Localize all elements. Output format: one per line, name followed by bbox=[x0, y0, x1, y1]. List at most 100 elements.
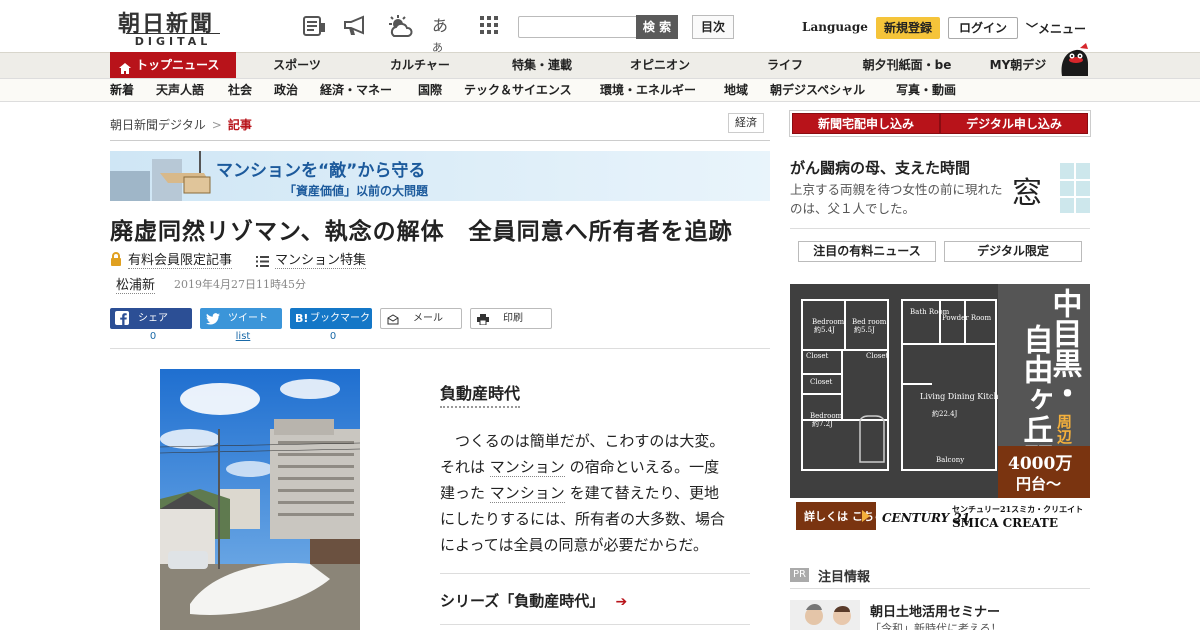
series-link[interactable]: シリーズ「負動産時代」 ➔ bbox=[440, 590, 627, 611]
column-summary[interactable]: 上京する両親を待つ女性の前に現れたのは、父１人でした。 bbox=[790, 180, 1004, 218]
bookmark-label: ブックマーク bbox=[310, 313, 370, 324]
sub-nav-item[interactable]: 経済・マネー bbox=[320, 78, 392, 102]
article-photo[interactable] bbox=[160, 369, 360, 630]
menu-label: メニュー bbox=[1038, 22, 1087, 36]
font-size-icon[interactable]: ああ bbox=[432, 12, 458, 54]
body-line: つくるのは簡単だが、こわすのは大変。 bbox=[440, 432, 725, 450]
language-link[interactable]: Language bbox=[802, 20, 868, 34]
banner-headline: マンションを“敵”から守る bbox=[216, 161, 426, 181]
ad-room-label: Bedroom bbox=[810, 412, 843, 420]
promo-banner[interactable] bbox=[110, 151, 770, 201]
ad-company-jp: センチュリー21スミカ・クリエイト bbox=[952, 504, 1083, 514]
digital-only-button[interactable]: デジタル限定 bbox=[944, 241, 1082, 262]
pr-section-title: 注目情報 bbox=[818, 570, 871, 585]
banner-subheadline: 「資産価値」以前の大問題 bbox=[284, 184, 429, 198]
sub-nav-item[interactable]: 政治 bbox=[274, 78, 298, 102]
column-title[interactable]: がん闘病の母、支えた時間 bbox=[790, 157, 970, 178]
nav-item-culture[interactable]: カルチャー bbox=[378, 52, 462, 78]
megaphone-icon[interactable] bbox=[342, 14, 368, 38]
nav-item-life[interactable]: ライフ bbox=[750, 52, 820, 78]
sub-nav-item[interactable]: 新着 bbox=[110, 78, 134, 102]
home-icon bbox=[119, 59, 131, 74]
sub-nav-item[interactable]: 社会 bbox=[228, 78, 252, 102]
sub-nav-item[interactable]: 環境・エネルギー bbox=[600, 78, 696, 102]
nav-item-sports[interactable]: スポーツ bbox=[262, 52, 332, 78]
breadcrumb: 朝日新聞デジタル > 記事 bbox=[110, 116, 252, 133]
nav-item-paper[interactable]: 朝夕刊紙面・be bbox=[852, 52, 962, 78]
search-input[interactable] bbox=[518, 16, 638, 38]
sub-nav-item[interactable]: 写真・動画 bbox=[896, 78, 956, 102]
author-link[interactable]: 松浦新 bbox=[116, 274, 156, 294]
nav-item-my[interactable]: MY朝デジ bbox=[980, 52, 1056, 78]
printer-icon bbox=[477, 313, 489, 332]
sub-nav-item[interactable]: 朝デジスペシャル bbox=[770, 78, 865, 102]
nav-item-features[interactable]: 特集・連載 bbox=[500, 52, 584, 78]
facebook-count: 0 bbox=[149, 331, 157, 342]
facebook-icon bbox=[115, 311, 129, 333]
ad-room-label: Closet bbox=[806, 352, 829, 360]
breadcrumb-home[interactable]: 朝日新聞デジタル bbox=[110, 118, 206, 132]
real-estate-ad[interactable]: Bedroom 約5.4J Bed room 約5.5J Closet Closet C… bbox=[790, 284, 1090, 534]
series-tag[interactable]: マンション特集 bbox=[275, 249, 367, 269]
facebook-share-button[interactable]: シェア bbox=[110, 308, 192, 329]
subscribe-digital-button[interactable]: デジタル申し込み bbox=[940, 113, 1088, 134]
publish-date: 2019年4月27日11時45分 bbox=[174, 278, 306, 291]
twitter-icon bbox=[206, 312, 220, 333]
hatena-bookmark-button[interactable]: B! ブックマーク bbox=[290, 308, 372, 329]
paid-news-button[interactable]: 注目の有料ニュース bbox=[798, 241, 936, 262]
category-tag[interactable]: 経済 bbox=[728, 113, 764, 133]
login-button[interactable]: ログイン bbox=[948, 17, 1018, 39]
pr-item-title[interactable]: 朝日土地活用セミナー bbox=[870, 601, 1000, 620]
chevron-down-icon: ﹀ bbox=[1026, 22, 1039, 36]
mascot-icon[interactable] bbox=[1056, 42, 1092, 78]
logo-subtitle: DIGITAL bbox=[126, 33, 220, 48]
weather-icon[interactable] bbox=[386, 14, 413, 38]
pr-item-subtitle: 「令和」新時代に考える！ bbox=[870, 622, 1002, 630]
register-button[interactable]: 新規登録 bbox=[876, 17, 940, 39]
body-text: を建て替えたり、更地 bbox=[569, 484, 719, 502]
mail-button[interactable]: メール bbox=[380, 308, 462, 329]
section-title[interactable]: 負動産時代 bbox=[440, 380, 521, 408]
ad-price-suffix: 円台～ bbox=[1016, 475, 1061, 493]
member-only-tag[interactable]: 有料会員限定記事 bbox=[128, 249, 233, 269]
subscribe-home-button[interactable]: 新聞宅配申し込み bbox=[792, 113, 940, 134]
menu-button[interactable]: ﹀メニュー bbox=[1026, 20, 1086, 37]
share-label: シェア bbox=[138, 313, 168, 324]
pr-badge: PR bbox=[790, 568, 809, 582]
hatena-count: 0 bbox=[329, 331, 337, 342]
divider bbox=[440, 624, 750, 625]
mail-label: メール bbox=[413, 313, 443, 324]
ad-room-label: Closet bbox=[810, 378, 833, 386]
hatena-icon: B! bbox=[295, 312, 309, 325]
ad-room-label: Closet bbox=[866, 352, 889, 360]
twitter-share-button[interactable]: ツイート bbox=[200, 308, 282, 329]
grid-icon[interactable] bbox=[478, 14, 504, 38]
pr-thumbnail[interactable] bbox=[790, 600, 860, 630]
divider bbox=[110, 348, 770, 349]
ad-area-text: 周辺 bbox=[1055, 414, 1073, 444]
body-line: それは マンション の宿命といえる。一度 bbox=[440, 454, 750, 480]
toc-button[interactable]: 目次 bbox=[692, 15, 734, 39]
search-button[interactable]: 検 索 bbox=[636, 15, 678, 39]
breadcrumb-separator: > bbox=[211, 118, 222, 132]
ad-company-en: SMICA CREATE bbox=[952, 516, 1058, 530]
keyword-link[interactable]: マンション bbox=[489, 458, 565, 477]
sub-nav-item[interactable]: 天声人語 bbox=[156, 78, 204, 102]
sub-nav-item[interactable]: テック＆サイエンス bbox=[464, 78, 572, 102]
divider bbox=[440, 573, 750, 574]
sub-nav-item[interactable]: 国際 bbox=[418, 78, 442, 102]
print-button[interactable]: 印刷 bbox=[470, 308, 552, 329]
ad-room-label: Living Dining Kitchen bbox=[920, 392, 1009, 401]
breadcrumb-current: 記事 bbox=[227, 118, 252, 132]
ad-room-label: Balcony bbox=[936, 456, 964, 464]
keyword-link[interactable]: マンション bbox=[489, 484, 565, 503]
divider bbox=[790, 228, 1090, 229]
newspaper-icon[interactable] bbox=[302, 14, 328, 38]
body-line: にしたりするには、所有者の大多数、場合 bbox=[440, 510, 726, 528]
article-headline: 廃虚同然リゾマン、執念の解体 全員同意へ所有者を追跡 bbox=[110, 218, 733, 245]
ad-room-label: Bed room bbox=[852, 318, 887, 326]
tweet-label: ツイート bbox=[228, 313, 268, 324]
nav-item-opinion[interactable]: オピニオン bbox=[618, 52, 702, 78]
sub-nav-item[interactable]: 地域 bbox=[724, 78, 748, 102]
twitter-list-link[interactable]: list bbox=[202, 331, 284, 342]
